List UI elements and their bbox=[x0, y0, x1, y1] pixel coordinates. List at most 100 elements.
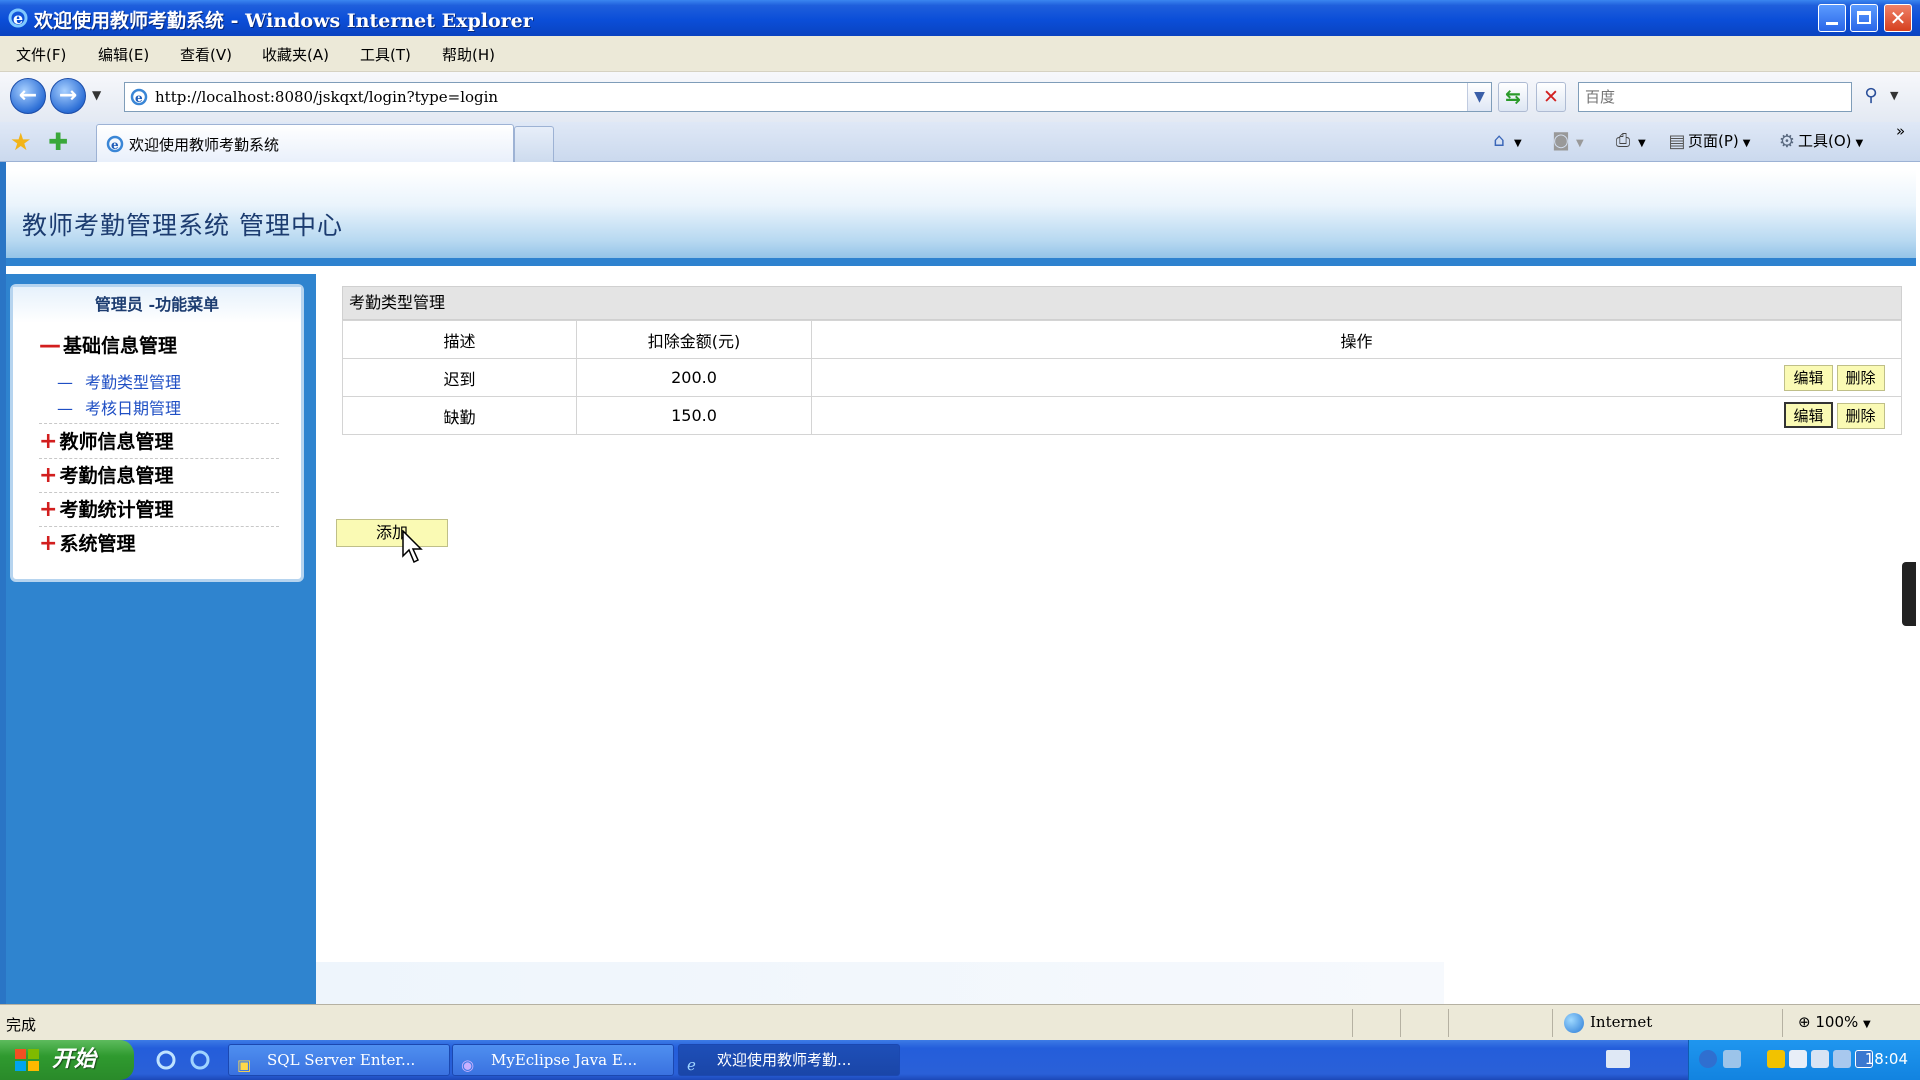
address-bar[interactable]: e http://localhost:8080/jskqxt/login?typ… bbox=[124, 82, 1492, 112]
keyboard-icon[interactable] bbox=[1606, 1050, 1630, 1068]
sidebar-group-system[interactable]: + 系统管理 bbox=[39, 529, 279, 561]
address-dropdown-icon[interactable]: ▼ bbox=[1467, 83, 1491, 111]
cell-actions: 编辑 删除 bbox=[811, 358, 1902, 397]
divider bbox=[39, 423, 279, 424]
sidebar-menu: 管理员 -功能菜单 — 基础信息管理 — 考勤类型管理 — 考核日期管理 + 教师信息管… bbox=[10, 284, 304, 582]
more-commands-icon[interactable]: » bbox=[1896, 122, 1905, 140]
forward-button[interactable]: → bbox=[50, 78, 86, 114]
zoom-control[interactable]: ⊕ 100% ▼ bbox=[1798, 1013, 1871, 1031]
main-content: 考勤类型管理 描述 扣除金额(元) 操作 迟到 200.0 编辑 删除 缺勤 15… bbox=[316, 274, 1916, 1004]
ie-tab-icon: e bbox=[106, 135, 124, 153]
tools-menu-button[interactable]: ⚙ 工具(O) ▼ bbox=[1776, 130, 1863, 153]
search-button[interactable]: ⚲ bbox=[1856, 82, 1886, 112]
print-button[interactable]: ⎙ ▼ bbox=[1612, 130, 1646, 152]
menu-edit[interactable]: 编辑(E) bbox=[98, 44, 149, 65]
stop-button[interactable]: ✕ bbox=[1536, 82, 1566, 112]
status-divider bbox=[1448, 1009, 1449, 1037]
svg-text:e: e bbox=[135, 91, 143, 105]
task-ie-window[interactable]: ℯ 欢迎使用教师考勤... bbox=[678, 1044, 900, 1076]
maximize-icon bbox=[1857, 11, 1871, 24]
network-icon[interactable] bbox=[1723, 1050, 1741, 1068]
feeds-button[interactable]: ◙ ▼ bbox=[1550, 130, 1583, 152]
maximize-button[interactable] bbox=[1850, 4, 1878, 32]
edit-button[interactable]: 编辑 bbox=[1784, 402, 1833, 428]
menu-view[interactable]: 查看(V) bbox=[180, 44, 232, 65]
sidebar-group-teacher-info[interactable]: + 教师信息管理 bbox=[39, 427, 279, 459]
menu-favorites[interactable]: 收藏夹(A) bbox=[262, 44, 329, 65]
close-button[interactable]: ✕ bbox=[1884, 4, 1912, 32]
sidebar-item-attendance-type[interactable]: — 考勤类型管理 bbox=[57, 369, 181, 393]
tab-active[interactable]: e 欢迎使用教师考勤系统 bbox=[96, 124, 514, 162]
tab-label: 欢迎使用教师考勤系统 bbox=[129, 136, 280, 154]
expand-icon: + bbox=[39, 497, 58, 522]
security-zone[interactable]: Internet bbox=[1564, 1013, 1652, 1033]
sidebar-item-assessment-date[interactable]: — 考核日期管理 bbox=[57, 395, 181, 419]
qq-icon[interactable] bbox=[1767, 1050, 1785, 1068]
panel-title: 考勤类型管理 bbox=[342, 286, 1902, 320]
collapse-icon: — bbox=[39, 333, 61, 358]
sidebar-item-label: 考核日期管理 bbox=[85, 399, 182, 418]
sidebar-group-attendance-info[interactable]: + 考勤信息管理 bbox=[39, 461, 279, 493]
status-divider bbox=[1352, 1009, 1353, 1037]
cell-desc: 缺勤 bbox=[342, 396, 577, 435]
tray-expand-icon[interactable] bbox=[1699, 1050, 1717, 1068]
new-tab-button[interactable] bbox=[514, 126, 554, 162]
edit-button[interactable]: 编辑 bbox=[1784, 364, 1833, 391]
ie-page-icon: e bbox=[130, 88, 148, 106]
stop-x-icon: ✕ bbox=[1543, 86, 1559, 108]
web-page: 教师考勤管理系统 管理中心 管理员 -功能菜单 — 基础信息管理 — 考勤类型管理 … bbox=[0, 162, 1920, 1004]
minimize-icon bbox=[1826, 22, 1838, 25]
add-favorite-icon[interactable]: ✚ bbox=[48, 128, 68, 156]
menu-help[interactable]: 帮助(H) bbox=[442, 44, 495, 65]
menu-file[interactable]: 文件(F) bbox=[16, 44, 66, 65]
back-button[interactable]: ← bbox=[10, 78, 46, 114]
sidebar-group-attendance-stats[interactable]: + 考勤统计管理 bbox=[39, 495, 279, 527]
task-myeclipse[interactable]: ◉ MyEclipse Java E... bbox=[452, 1044, 674, 1076]
tray-app-icon[interactable] bbox=[1789, 1050, 1807, 1068]
search-box[interactable] bbox=[1578, 82, 1852, 112]
sidebar-group-label: 考勤信息管理 bbox=[59, 465, 174, 487]
status-divider bbox=[1782, 1009, 1783, 1037]
page-menu-label: 页面(P) bbox=[1688, 132, 1739, 150]
url-text[interactable]: http://localhost:8080/jskqxt/login?type=… bbox=[155, 88, 498, 106]
delete-button[interactable]: 删除 bbox=[1836, 403, 1885, 429]
menu-tools[interactable]: 工具(T) bbox=[360, 44, 411, 65]
history-dropdown-icon[interactable]: ▼ bbox=[92, 88, 101, 102]
tray-tool-icon[interactable] bbox=[1811, 1050, 1829, 1068]
sidebar-header: 管理员 -功能菜单 bbox=[13, 287, 301, 323]
forward-arrow-icon: → bbox=[58, 83, 78, 108]
star-icon[interactable]: ★ bbox=[10, 128, 32, 156]
page-title: 教师考勤管理系统 管理中心 bbox=[22, 211, 343, 240]
page-menu-button[interactable]: ▤ 页面(P) ▼ bbox=[1666, 130, 1750, 153]
ie-icon: ℯ bbox=[687, 1056, 696, 1074]
sidebar-group-basic-info[interactable]: — 基础信息管理 bbox=[39, 331, 279, 363]
ie-quicklaunch-icon[interactable] bbox=[154, 1048, 178, 1072]
table-row: 缺勤 150.0 编辑 删除 bbox=[342, 396, 1902, 435]
search-dropdown-icon[interactable]: ▼ bbox=[1890, 89, 1898, 102]
tab-row: ★ ✚ e 欢迎使用教师考勤系统 ⌂ ▼ ◙ ▼ ⎙ ▼ ▤ 页面(P) ▼ ⚙ 工具(O)… bbox=[0, 122, 1920, 162]
tray-monitor-icon[interactable] bbox=[1833, 1050, 1851, 1068]
sidebar-group-label: 考勤统计管理 bbox=[59, 499, 174, 521]
side-scroll-handle[interactable] bbox=[1902, 562, 1916, 626]
svg-text:e: e bbox=[111, 138, 119, 152]
minimize-button[interactable] bbox=[1818, 4, 1846, 32]
zoom-icon: ⊕ bbox=[1798, 1013, 1811, 1031]
cell-actions: 编辑 删除 bbox=[811, 396, 1902, 435]
expand-icon: + bbox=[39, 463, 58, 488]
window-title-bar: e 欢迎使用教师考勤系统 - Windows Internet Explorer… bbox=[0, 0, 1920, 36]
clock: 18:04 bbox=[1864, 1050, 1908, 1068]
home-button[interactable]: ⌂ ▼ bbox=[1488, 130, 1521, 152]
add-button[interactable]: 添加 bbox=[336, 519, 448, 547]
status-divider bbox=[1552, 1009, 1553, 1037]
refresh-button[interactable]: ⇆ bbox=[1498, 82, 1528, 112]
task-sql-server[interactable]: ▣ SQL Server Enter... bbox=[228, 1044, 450, 1076]
table-row: 迟到 200.0 编辑 删除 bbox=[342, 358, 1902, 397]
start-button[interactable]: 开始 bbox=[0, 1040, 134, 1080]
bullet-dash: — bbox=[57, 373, 73, 392]
globe-icon bbox=[1564, 1013, 1584, 1033]
ie-quicklaunch-icon-2[interactable] bbox=[188, 1048, 212, 1072]
delete-button[interactable]: 删除 bbox=[1836, 364, 1885, 391]
search-input[interactable] bbox=[1579, 83, 1851, 111]
sql-server-icon: ▣ bbox=[237, 1056, 252, 1074]
status-text: 完成 bbox=[6, 1016, 37, 1034]
